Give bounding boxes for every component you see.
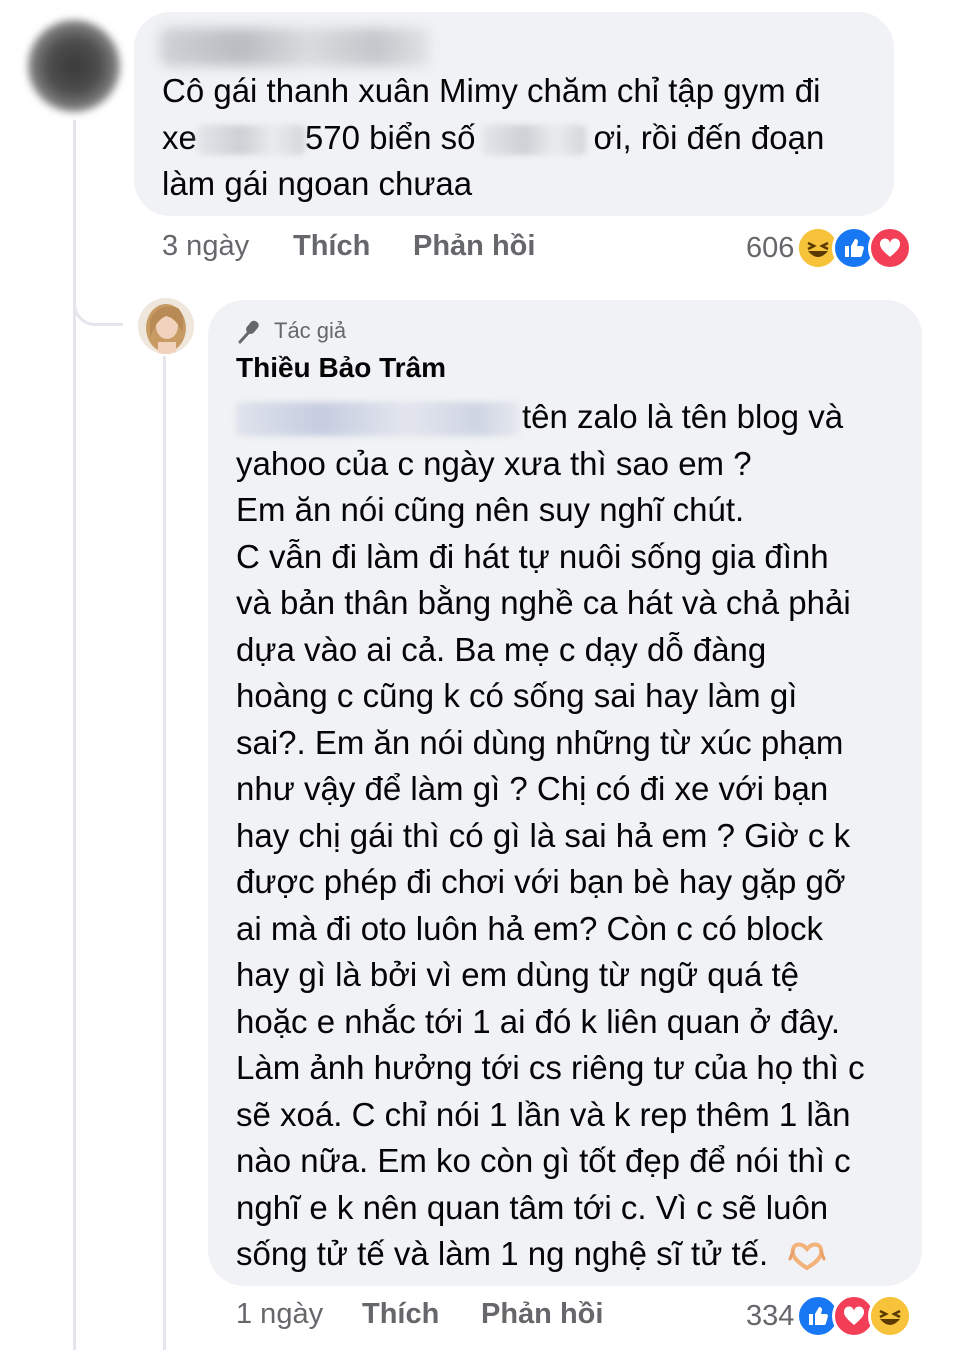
comment-timestamp[interactable]: 3 ngày [162,230,249,263]
heart-hands-emoji-icon [788,1242,826,1271]
author-badge: Tác giả [236,318,346,344]
like-label: Thích [293,230,371,262]
comment-line: làm gái ngoan chưaa [162,165,473,202]
reply-line: hay chị gái thì có gì là sai hả em ? Giờ… [236,816,851,854]
like-label: Thích [362,1298,440,1330]
reply-fragment: sống tử tế và làm 1 ng nghệ sĩ tử tế. [236,1235,769,1272]
redacted-tagged-name [236,402,520,437]
commenter-avatar[interactable] [28,20,120,112]
reply-line: dựa vào ai cả. Ba mẹ c dạy dỗ đàng [236,630,767,668]
reply-line: hay gì là bởi vì em dùng từ ngữ quá tệ [236,956,799,993]
reply-button[interactable]: Phản hồi [413,230,535,263]
reply-line: yahoo của c ngày xưa thì sao em ? [236,444,752,482]
reply-line: như vậy để làm gì ? Chị có đi xe với bạn [236,770,829,807]
reply-text: tên zalo là tên blog và yahoo của c ngày… [236,394,865,1278]
comment-fragment: ơi, rồi đến đoạn [593,118,825,156]
reply-line: sống tử tế và làm 1 ng nghệ sĩ tử tế. [236,1231,865,1278]
author-badge-label: Tác giả [274,318,347,343]
reply-line: sẽ xoá. C chỉ nói 1 lần và k rep thêm 1 … [236,1095,851,1133]
redacted-text [196,124,305,155]
author-avatar[interactable] [138,298,194,354]
microphone-icon [238,320,259,344]
reply-label: Phản hồi [413,230,536,262]
reaction-summary[interactable]: 606 [746,226,913,270]
reply-line: hoặc e nhắc tới 1 ai đó k liên quan ở đâ… [236,1002,841,1040]
comment-text: Cô gái thanh xuân Mimy chăm chỉ tập gym … [162,68,824,208]
love-reaction-icon [868,226,913,270]
reply-line: tên zalo là tên blog và [236,394,865,441]
reply-thread-line [163,356,166,1350]
reply-timestamp[interactable]: 1 ngày [236,1298,323,1331]
commenter-name-redacted[interactable] [160,28,430,66]
author-name[interactable]: Thiều Bảo Trâm [236,352,446,384]
reply-line: nào nữa. Em ko còn gì tốt đẹp để nói thì… [236,1142,851,1179]
reply-line: nghĩ e k nên quan tâm tới c. Vì c sẽ luô… [236,1188,829,1226]
reply-line: ai mà đi oto luôn hả em? Còn c có block [236,909,823,947]
comment-fragment: xe [162,118,197,156]
reply-line: sai?. Em ăn nói dùng những từ xúc phạm [236,723,844,761]
reply-line: Em ăn nói cũng nên suy nghĩ chút. [236,491,745,528]
comment-fragment: 570 biển số [304,118,476,156]
haha-reaction-icon [868,1294,913,1338]
reply-fragment: tên zalo là tên blog và [522,398,844,435]
reply-like-button[interactable]: Thích [362,1298,439,1331]
reply-line: hoàng c cũng k có sống sai hay làm gì [236,677,798,714]
thread-connector [73,270,123,326]
reply-line: Làm ảnh hưởng tới cs riêng tư của họ thì… [236,1049,865,1086]
reply-label: Phản hồi [481,1298,604,1330]
reply-line: C vẫn đi làm đi hát tự nuôi sống gia đìn… [236,537,829,575]
like-button[interactable]: Thích [293,230,370,263]
redacted-text [481,124,586,155]
reply-line: được phép đi chơi với bạn bè hay gặp gỡ [236,863,846,900]
reply-reaction-summary[interactable]: 334 [746,1294,913,1338]
reply-reply-button[interactable]: Phản hồi [481,1298,603,1331]
comment-line: Cô gái thanh xuân Mimy chăm chỉ tập gym … [162,72,821,109]
author-avatar-image [138,298,194,354]
reaction-count: 606 [746,231,795,264]
reaction-count: 334 [746,1299,795,1332]
comment-line: xe 570 biển số ơi, rồi đến đoạn [162,115,824,162]
reply-line: và bản thân bằng nghề ca hát và chả phải [236,584,851,621]
